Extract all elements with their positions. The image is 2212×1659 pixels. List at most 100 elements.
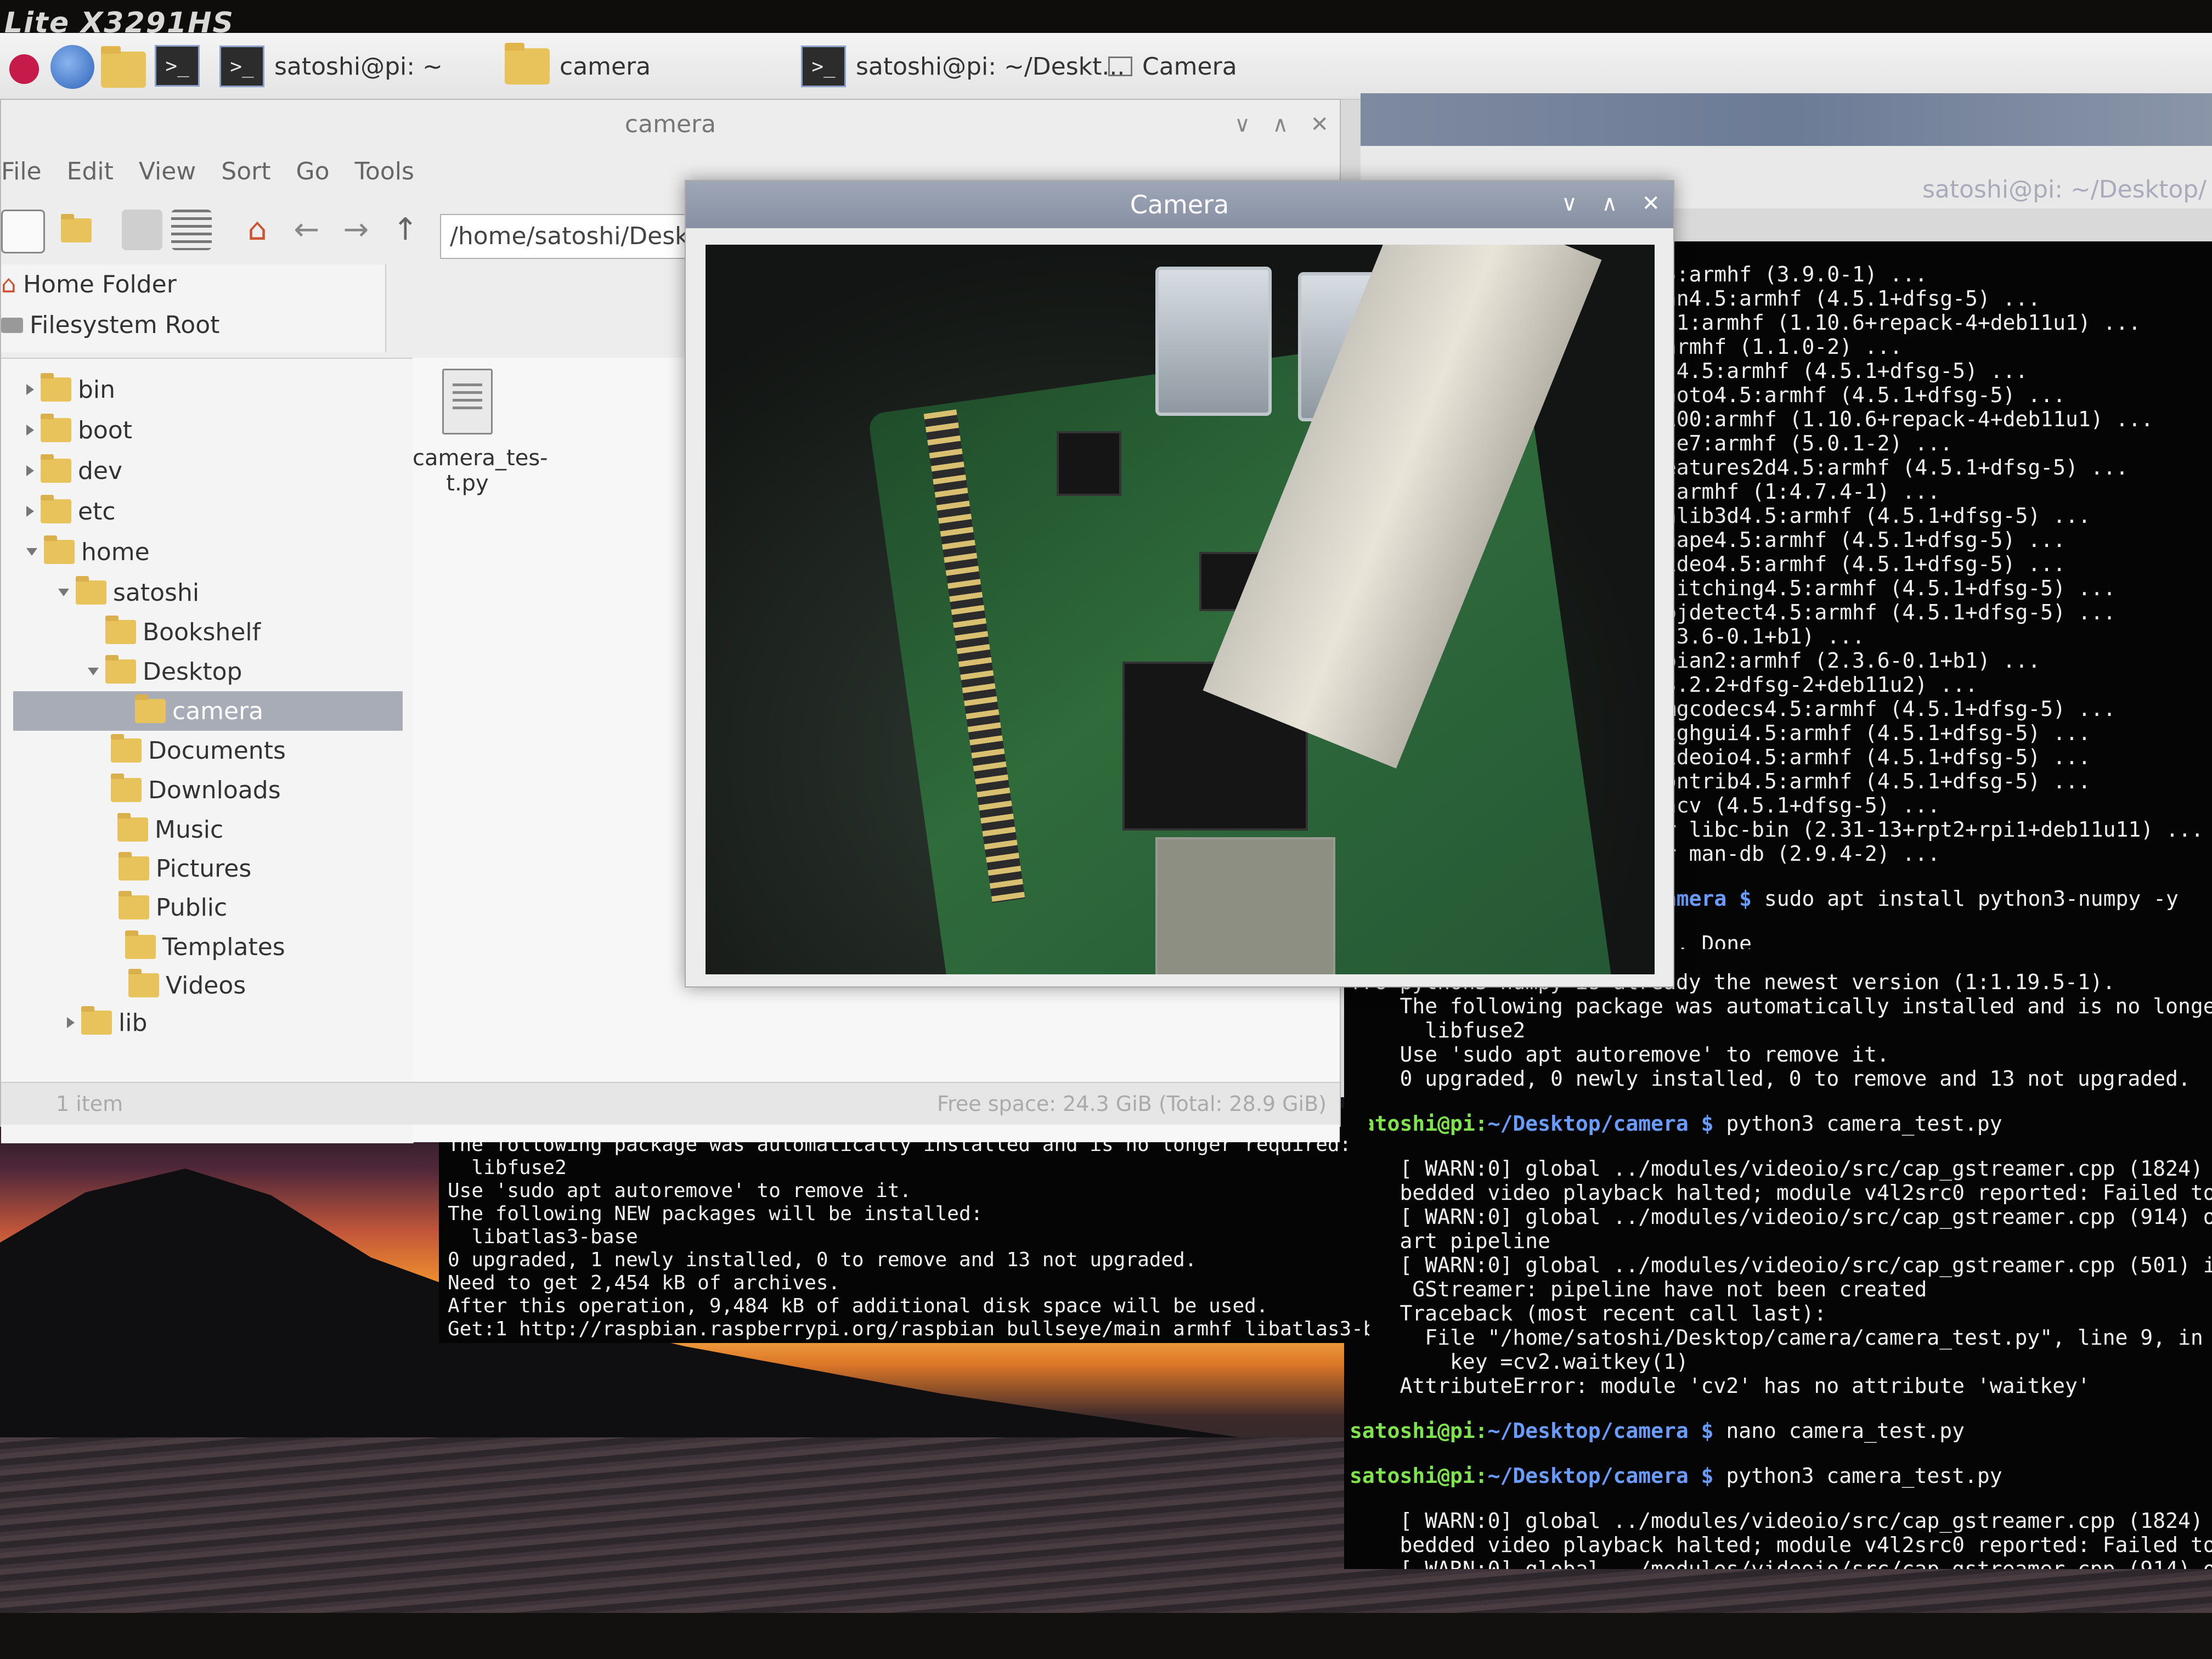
tree-item-documents[interactable]: Documents	[111, 731, 286, 770]
terminal-line: objdetect4.5:armhf (4.5.1+dfsg-5) ...	[1651, 600, 2116, 624]
tree-item-videos[interactable]: Videos	[128, 966, 246, 1005]
terminal-line: 8:armhf (1:4.7.4-1) ...	[1651, 479, 1940, 504]
folder-icon	[41, 373, 71, 402]
right-terminal-upper[interactable]: v5:armhf (3.9.0-1) ... dnn4.5:armhf (4.5.…	[1640, 241, 2212, 1009]
terminal-line: [ WARN:0] global ../modules/videoio/src/…	[1350, 1253, 2212, 1277]
free-space: Free space: 24.3 GiB (Total: 28.9 GiB)	[937, 1092, 1327, 1116]
terminal-line: 3-1:armhf (1.10.6+repack-4+deb11u1) ...	[1651, 311, 2141, 335]
home-icon[interactable]: ⌂	[237, 210, 278, 250]
terminal-icon: >_	[801, 46, 846, 87]
home-icon: ⌂	[1, 270, 16, 298]
terminal-line: or man-db (2.9.4-2) ...	[1651, 842, 1940, 866]
taskbar-item-terminal-desktop[interactable]: >_ satoshi@pi: ~/Deskt...	[801, 43, 1125, 90]
terminal-line: After this operation, 9,484 kB of additi…	[448, 1295, 1268, 1317]
taskbar-item-camera-window[interactable]: Camera	[1108, 43, 1237, 90]
menu-go[interactable]: Go	[296, 157, 329, 196]
camera-window-title: Camera	[1130, 190, 1229, 219]
folder-icon	[81, 1006, 112, 1035]
list-view-icon[interactable]	[171, 210, 212, 250]
terminal-line: shape4.5:armhf (4.5.1+dfsg-5) ...	[1651, 528, 2066, 552]
tree-item-dev[interactable]: dev	[26, 451, 122, 490]
new-window-icon[interactable]	[1, 210, 45, 253]
terminal-line: AttributeError: module 'cv2' has no attr…	[1350, 1374, 2090, 1398]
file-name: t.py	[446, 471, 489, 496]
terminal-line: ebian2:armhf (2.3.6-0.1+b1) ...	[1651, 648, 2041, 673]
maximize-icon[interactable]: ∧	[1272, 112, 1288, 137]
terminal-line: [ WARN:0] global ../modules/videoio/src/…	[1350, 1205, 2212, 1229]
preview-usb-port	[1155, 267, 1272, 416]
raspberry-menu-icon[interactable]	[2, 45, 46, 89]
menu-file[interactable]: File	[1, 157, 42, 196]
documents-folder-icon	[111, 734, 142, 763]
file-manager-icon[interactable]	[101, 45, 146, 89]
tree-item-lib[interactable]: lib	[67, 1003, 147, 1042]
drive-icon	[1, 318, 23, 333]
camera-window-titlebar[interactable]: Camera	[686, 181, 1673, 228]
menu-view[interactable]: View	[139, 157, 196, 196]
terminal-line: libatlas3-base	[448, 1226, 638, 1248]
terminal-line: Get:1 http://raspbian.raspberrypi.org/ra…	[448, 1318, 1369, 1340]
terminal-output: The following package was automatically …	[448, 1133, 1369, 1341]
menu-tools[interactable]: Tools	[355, 157, 414, 196]
tree-item-desktop[interactable]: Desktop	[88, 652, 242, 691]
folder-icon	[105, 616, 136, 644]
music-folder-icon	[117, 813, 148, 842]
tree-item-templates[interactable]: Templates	[125, 927, 285, 967]
place-home-folder[interactable]: ⌂ Home Folder	[1, 264, 385, 305]
terminal-line: ml4.5:armhf (4.5.1+dfsg-5) ...	[1651, 359, 2028, 383]
icon-view-icon[interactable]	[122, 210, 162, 250]
taskbar-item-terminal-home[interactable]: >_ satoshi@pi: ~	[219, 43, 443, 90]
close-icon[interactable]: ✕	[1310, 112, 1329, 137]
preview-processor	[1155, 837, 1335, 974]
tree-item-etc[interactable]: etc	[26, 492, 116, 531]
tree-item-satoshi[interactable]: satoshi	[58, 573, 199, 612]
window-icon	[1108, 57, 1132, 76]
right-terminal-lower[interactable]: fro python3-numpy is already the newest …	[1344, 949, 2212, 1569]
terminal-line: Use 'sudo apt autoremove' to remove it.	[448, 1180, 912, 1202]
forward-arrow-icon[interactable]: →	[336, 210, 376, 250]
back-arrow-icon[interactable]: ←	[286, 210, 327, 250]
menu-edit[interactable]: Edit	[67, 157, 114, 196]
place-filesystem-root[interactable]: Filesystem Root	[1, 305, 385, 346]
file-camera-test-py[interactable]: camera_tes- t.py	[413, 369, 548, 496]
text-file-icon	[442, 369, 493, 435]
terminal-line: video4.5:armhf (4.5.1+dfsg-5) ...	[1651, 552, 2066, 576]
folder-icon	[505, 43, 550, 84]
tree-item-camera[interactable]: camera	[13, 691, 403, 731]
terminal-line: calib3d4.5:armhf (4.5.1+dfsg-5) ...	[1651, 504, 2091, 528]
new-folder-icon[interactable]	[56, 210, 97, 250]
close-icon[interactable]: ✕	[1641, 191, 1660, 216]
left-terminal[interactable]: The following package was automatically …	[439, 1108, 1369, 1343]
tree-item-pictures[interactable]: Pictures	[119, 849, 251, 888]
terminal-line: imgcodecs4.5:armhf (4.5.1+dfsg-5) ...	[1651, 697, 2116, 721]
minimize-icon[interactable]: ∨	[1561, 191, 1577, 216]
tree-item-home[interactable]: home	[26, 532, 150, 572]
taskbar-item-camera-folder[interactable]: camera	[505, 43, 651, 90]
item-count: 1 item	[56, 1092, 123, 1116]
tree-item-public[interactable]: Public	[119, 888, 227, 927]
terminal-line: Use 'sudo apt autoremove' to remove it.	[1350, 1042, 1889, 1066]
terminal-line: art pipeline	[1350, 1229, 1551, 1253]
terminal-line: videoio4.5:armhf (4.5.1+dfsg-5) ...	[1651, 745, 2091, 769]
maximize-icon[interactable]: ∧	[1601, 191, 1617, 216]
terminal-line: 0 upgraded, 0 newly installed, 0 to remo…	[1350, 1066, 2191, 1091]
terminal-line: dnn4.5:armhf (4.5.1+dfsg-5) ...	[1651, 286, 2041, 311]
templates-folder-icon	[125, 930, 156, 959]
tree-item-boot[interactable]: boot	[26, 410, 132, 450]
menu-sort[interactable]: Sort	[221, 157, 270, 196]
wallpaper-strip	[1361, 93, 2212, 146]
tree-item-music[interactable]: Music	[117, 810, 223, 849]
tree-item-downloads[interactable]: Downloads	[111, 770, 281, 810]
up-arrow-icon[interactable]: ↑	[385, 210, 426, 250]
terminal-line: libfuse2	[448, 1156, 567, 1179]
minimize-icon[interactable]: ∨	[1234, 112, 1250, 137]
terminal-prompt-line: camera $ sudo apt install python3-numpy …	[1651, 887, 2179, 911]
terminal-line: The following NEW packages will be insta…	[448, 1203, 983, 1225]
web-browser-icon[interactable]	[50, 45, 94, 89]
terminal-line: contrib4.5:armhf (4.5.1+dfsg-5) ...	[1651, 769, 2091, 793]
file-manager-menubar: File Edit View Sort Go Tools	[1, 157, 414, 196]
terminal-line: bedded video playback halted; module v4l…	[1350, 1181, 2212, 1205]
tree-item-bin[interactable]: bin	[26, 370, 115, 409]
tree-item-bookshelf[interactable]: Bookshelf	[105, 612, 261, 652]
terminal-launcher-icon[interactable]: >_	[155, 45, 200, 89]
